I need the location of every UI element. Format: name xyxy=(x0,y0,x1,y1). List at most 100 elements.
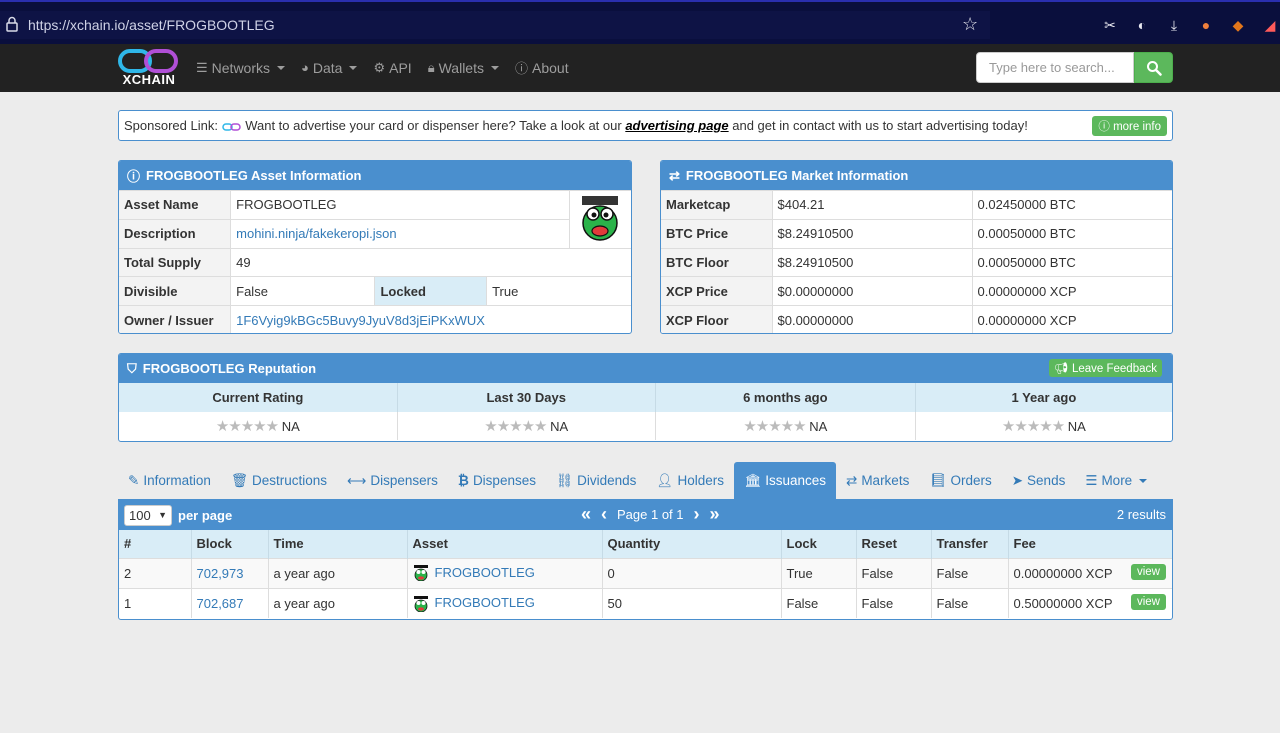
tab-markets[interactable]: ⇄ Markets xyxy=(836,462,919,499)
market-row: Marketcap $404.21 0.02450000 BTC xyxy=(661,190,1172,220)
row-lock: False xyxy=(781,587,857,618)
search-button[interactable] xyxy=(1134,52,1173,83)
search-input[interactable] xyxy=(976,52,1134,83)
reputation-header-row: Current Rating Last 30 Days 6 months ago… xyxy=(119,383,1172,412)
nav-wallets[interactable]: 🔒︎ Wallets xyxy=(428,58,499,77)
tab-more[interactable]: ☰ More xyxy=(1075,462,1157,499)
pagination: « ‹ Page 1 of 1 › » xyxy=(581,504,720,525)
view-button[interactable]: view xyxy=(1130,593,1166,610)
pocket-icon[interactable]: ◐ xyxy=(1132,16,1152,34)
extension-icon[interactable]: ◢ xyxy=(1260,16,1280,34)
browser-extension-icons: ✂ ◐ ⤓ ● ◆ ◢ xyxy=(1100,16,1280,36)
tab-information[interactable]: ✎ Information xyxy=(118,462,221,499)
nav-about-label: About xyxy=(532,59,569,76)
tab-destructions-label: Destructions xyxy=(252,473,328,488)
block-link[interactable]: 702,687 xyxy=(197,596,244,611)
market-usd-value: $404.21 xyxy=(772,190,973,220)
search-form xyxy=(976,52,1173,83)
search-icon xyxy=(1146,60,1162,76)
database-icon: ☰ xyxy=(196,59,208,75)
download-icon[interactable]: ⤓ xyxy=(1164,16,1184,34)
locked-value: True xyxy=(486,276,631,306)
reputation-panel: ⛉ FROGBOOTLEG Reputation 📢︎ Leave Feedba… xyxy=(118,353,1173,442)
col-transfer: Transfer xyxy=(931,530,1009,558)
nav-api[interactable]: ⚙ API xyxy=(373,58,411,77)
sponsored-text-after: and get in contact with us to start adve… xyxy=(732,118,1028,133)
wrench-icon: ✎ xyxy=(128,472,140,488)
next-page-icon[interactable]: › xyxy=(694,504,700,525)
tab-holders[interactable]: 👤︎ Holders xyxy=(646,462,734,499)
tab-destructions[interactable]: 🗑︎ Destructions xyxy=(221,462,337,499)
advertising-page-link[interactable]: advertising page xyxy=(625,118,728,133)
tab-dispenses[interactable]: ₿ Dispenses xyxy=(448,462,546,499)
owner-address-link[interactable]: 1F6Vyig9kBGc5Buvy9JyuV8d3jEiPKxWUX xyxy=(236,313,485,328)
asset-name-row: Asset Name FROGBOOTLEG xyxy=(119,190,631,249)
description-link[interactable]: mohini.ninja/fakekeropi.json xyxy=(236,226,396,241)
rep-current-cell: ★★★★★ NA xyxy=(119,412,398,440)
fee-value: 0.50000000 XCP xyxy=(1013,595,1113,611)
description-value: mohini.ninja/fakekeropi.json xyxy=(230,218,570,249)
asset-link[interactable]: FROGBOOTLEG xyxy=(435,595,535,610)
issuances-header-row: # Block Time Asset Quantity Lock Reset T… xyxy=(119,530,1172,558)
col-reset: Reset xyxy=(856,530,932,558)
per-page-select[interactable]: 100 ▼ xyxy=(124,504,172,526)
chevron-down-icon xyxy=(277,65,286,70)
owner-label: Owner / Issuer xyxy=(119,305,232,333)
xchain-mini-logo-icon xyxy=(221,122,241,131)
market-usd-value: $8.24910500 xyxy=(772,218,973,249)
reputation-values-row: ★★★★★ NA ★★★★★ NA ★★★★★ NA ★★★★★ NA xyxy=(119,412,1172,440)
url-text[interactable]: https://xchain.io/asset/FROGBOOTLEG xyxy=(28,17,275,33)
last-page-icon[interactable]: » xyxy=(710,504,720,525)
market-label: BTC Floor xyxy=(661,247,773,277)
tab-dividends[interactable]: ⛓ Dividends xyxy=(546,462,646,499)
tab-sends-label: Sends xyxy=(1027,473,1066,488)
more-info-label: more info xyxy=(1113,121,1161,133)
row-asset: FROGBOOTLEG xyxy=(407,587,603,618)
results-count: 2 results xyxy=(1116,507,1166,522)
page-indicator: Page 1 of 1 xyxy=(617,507,684,522)
tab-dispensers[interactable]: ⟷ Dispensers xyxy=(337,462,448,499)
chevron-down-icon xyxy=(349,65,358,70)
tab-sends[interactable]: ➤ Sends xyxy=(1002,462,1076,499)
row-transfer: False xyxy=(931,557,1009,588)
row-lock: True xyxy=(781,557,857,588)
block-link[interactable]: 702,973 xyxy=(197,566,244,581)
issuances-panel: 100 ▼ per page « ‹ Page 1 of 1 › » 2 res… xyxy=(118,499,1173,620)
fee-value: 0.00000000 XCP xyxy=(1013,565,1113,581)
tab-issuances[interactable]: 🏛︎ Issuances xyxy=(734,462,836,499)
nav-about[interactable]: ⓘ About xyxy=(515,58,569,77)
nav-data[interactable]: ◕ Data xyxy=(301,58,358,77)
rep-col-1year: 1 Year ago xyxy=(915,383,1172,412)
address-bar[interactable]: https://xchain.io/asset/FROGBOOTLEG ☆ xyxy=(0,11,990,39)
view-button[interactable]: view xyxy=(1130,563,1166,580)
screenshot-icon[interactable]: ✂ xyxy=(1100,16,1120,34)
logo-text[interactable]: XCHAIN xyxy=(118,72,180,87)
table-row: 1 702,687 a year ago FROGBOOTLEG 50 Fals… xyxy=(119,587,1172,618)
market-usd-value: $0.00000000 xyxy=(772,276,973,306)
bullhorn-icon: 📢︎ xyxy=(1054,363,1069,375)
paper-plane-icon: ➤ xyxy=(1011,472,1024,488)
sponsored-prefix: Sponsored Link: xyxy=(124,118,218,133)
firefox-icon[interactable]: ● xyxy=(1196,16,1216,34)
row-block: 702,687 xyxy=(191,587,269,618)
bookmark-star-icon[interactable]: ☆ xyxy=(962,14,978,35)
chevron-down-icon xyxy=(1139,478,1148,483)
star-rating-icon: ★★★★★ xyxy=(215,418,279,435)
book-icon: 📘︎ xyxy=(929,472,947,488)
sitemap-icon: ⛓ xyxy=(555,472,574,488)
market-info-panel: ⇄ FROGBOOTLEG Market Information Marketc… xyxy=(660,160,1173,334)
asset-link[interactable]: FROGBOOTLEG xyxy=(435,565,535,580)
per-page-value: 100 xyxy=(129,507,151,523)
nav-networks[interactable]: ☰ Networks xyxy=(196,58,286,77)
prev-page-icon[interactable]: ‹ xyxy=(601,504,607,525)
owner-row: Owner / Issuer 1F6Vyig9kBGc5Buvy9JyuV8d3… xyxy=(119,305,631,333)
sponsored-text-before: Want to advertise your card or dispenser… xyxy=(245,118,622,133)
tab-dispenses-label: Dispenses xyxy=(472,473,536,488)
more-info-button[interactable]: ⓘ more info xyxy=(1092,116,1167,136)
leave-feedback-button[interactable]: 📢︎ Leave Feedback xyxy=(1049,359,1162,377)
row-block: 702,973 xyxy=(191,557,269,588)
tab-dispensers-label: Dispensers xyxy=(370,473,438,488)
first-page-icon[interactable]: « xyxy=(581,504,591,525)
tab-orders[interactable]: 📘︎ Orders xyxy=(919,462,1001,499)
metamask-fox-icon[interactable]: ◆ xyxy=(1228,16,1248,34)
